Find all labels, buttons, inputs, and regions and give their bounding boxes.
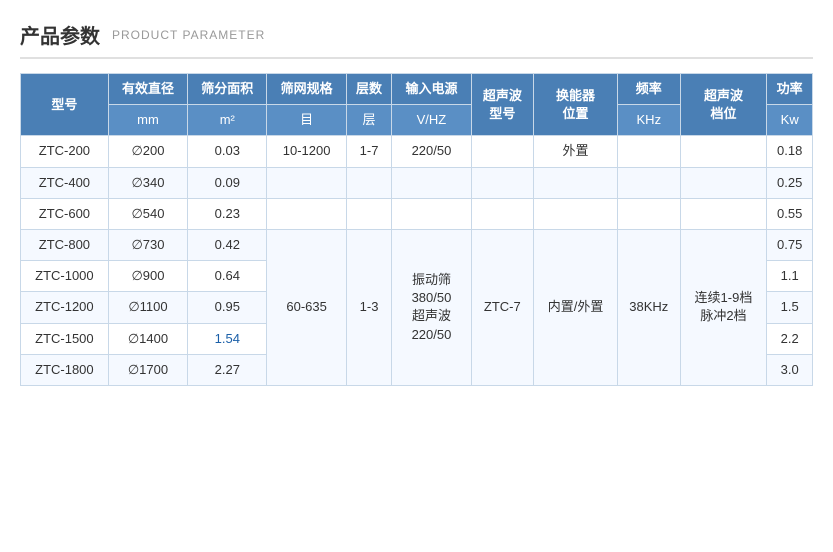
table-cell: 1.5: [767, 292, 813, 323]
table-wrapper: 振泰机械 ZHENTAIJIXIE 型号 有效直径 筛分面积 筛网规格 层数 输…: [20, 73, 813, 386]
table-cell: ZTC-7: [471, 229, 533, 385]
table-cell: 1.54: [188, 323, 267, 354]
table-cell: 连续1-9档脉冲2档: [680, 229, 767, 385]
table-row: ZTC-600∅5400.23 0.55: [21, 198, 813, 229]
page-title-en: PRODUCT PARAMETER: [112, 28, 265, 42]
table-cell: [267, 167, 346, 198]
col-unit-mesh: 目: [267, 105, 346, 136]
table-cell: [471, 136, 533, 167]
table-cell: 2.27: [188, 354, 267, 385]
table-cell: 振动筛380/50超声波220/50: [392, 229, 471, 385]
col-header-transducer-pos: 换能器位置: [534, 74, 618, 136]
table-row: ZTC-800∅7300.4260-6351-3振动筛380/50超声波220/…: [21, 229, 813, 260]
col-header-diameter: 有效直径: [108, 74, 187, 105]
table-cell: 0.25: [767, 167, 813, 198]
table-cell: 0.64: [188, 261, 267, 292]
col-header-area: 筛分面积: [188, 74, 267, 105]
col-unit-diameter: mm: [108, 105, 187, 136]
table-cell: 60-635: [267, 229, 346, 385]
product-parameter-table: 型号 有效直径 筛分面积 筛网规格 层数 输入电源 超声波型号 换能器位置 频率…: [20, 73, 813, 386]
table-cell: [618, 198, 680, 229]
col-unit-area: m²: [188, 105, 267, 136]
table-cell: [618, 167, 680, 198]
table-cell: 0.09: [188, 167, 267, 198]
table-cell: ZTC-400: [21, 167, 109, 198]
col-header-ultrasonic-model: 超声波型号: [471, 74, 533, 136]
table-cell: ∅540: [108, 198, 187, 229]
page-title-zh: 产品参数: [20, 20, 100, 49]
table-cell: ZTC-200: [21, 136, 109, 167]
table-cell: 10-1200: [267, 136, 346, 167]
table-row: ZTC-400∅3400.09 0.25: [21, 167, 813, 198]
table-cell: 0.75: [767, 229, 813, 260]
col-header-power-kw: 功率: [767, 74, 813, 105]
table-cell: 外置: [534, 136, 618, 167]
table-cell: [471, 167, 533, 198]
table-cell: ZTC-1500: [21, 323, 109, 354]
table-cell: 1-7: [346, 136, 392, 167]
table-cell: ∅730: [108, 229, 187, 260]
col-header-power-input: 输入电源: [392, 74, 471, 105]
table-cell: [346, 198, 392, 229]
table-cell: [392, 198, 471, 229]
table-cell: 38KHz: [618, 229, 680, 385]
table-cell: ZTC-1200: [21, 292, 109, 323]
table-cell: ∅900: [108, 261, 187, 292]
table-cell: ∅340: [108, 167, 187, 198]
col-header-layers: 层数: [346, 74, 392, 105]
table-cell: ZTC-1800: [21, 354, 109, 385]
table-cell: 内置/外置: [534, 229, 618, 385]
col-unit-power-kw: Kw: [767, 105, 813, 136]
table-cell: ∅1400: [108, 323, 187, 354]
table-body: ZTC-200∅2000.0310-12001-7220/50外置0.18ZTC…: [21, 136, 813, 386]
col-unit-layers: 层: [346, 105, 392, 136]
table-cell: [680, 136, 767, 167]
table-cell: 0.55: [767, 198, 813, 229]
table-cell: 3.0: [767, 354, 813, 385]
table-cell: 220/50: [392, 136, 471, 167]
table-cell: 0.03: [188, 136, 267, 167]
col-header-ultrasonic-gear: 超声波档位: [680, 74, 767, 136]
table-row: ZTC-200∅2000.0310-12001-7220/50 外置 0.18: [21, 136, 813, 167]
table-cell: ZTC-600: [21, 198, 109, 229]
table-cell: [534, 167, 618, 198]
table-cell: 0.23: [188, 198, 267, 229]
table-cell: ∅1700: [108, 354, 187, 385]
table-cell: [267, 198, 346, 229]
table-cell: 2.2: [767, 323, 813, 354]
col-unit-frequency: KHz: [618, 105, 680, 136]
table-cell: ZTC-800: [21, 229, 109, 260]
table-cell: 0.42: [188, 229, 267, 260]
table-cell: ZTC-1000: [21, 261, 109, 292]
table-cell: [680, 167, 767, 198]
table-cell: [392, 167, 471, 198]
table-cell: [680, 198, 767, 229]
table-cell: 1-3: [346, 229, 392, 385]
table-cell: 0.18: [767, 136, 813, 167]
col-header-model: 型号: [21, 74, 109, 136]
table-cell: 1.1: [767, 261, 813, 292]
col-unit-power: V/HZ: [392, 105, 471, 136]
table-cell: ∅200: [108, 136, 187, 167]
table-cell: [471, 198, 533, 229]
page-header: 产品参数 PRODUCT PARAMETER: [20, 20, 813, 59]
table-cell: [618, 136, 680, 167]
table-header-row-1: 型号 有效直径 筛分面积 筛网规格 层数 输入电源 超声波型号 换能器位置 频率…: [21, 74, 813, 105]
col-header-frequency: 频率: [618, 74, 680, 105]
col-header-mesh-spec: 筛网规格: [267, 74, 346, 105]
table-cell: [346, 167, 392, 198]
table-cell: ∅1100: [108, 292, 187, 323]
table-cell: 0.95: [188, 292, 267, 323]
table-cell: [534, 198, 618, 229]
